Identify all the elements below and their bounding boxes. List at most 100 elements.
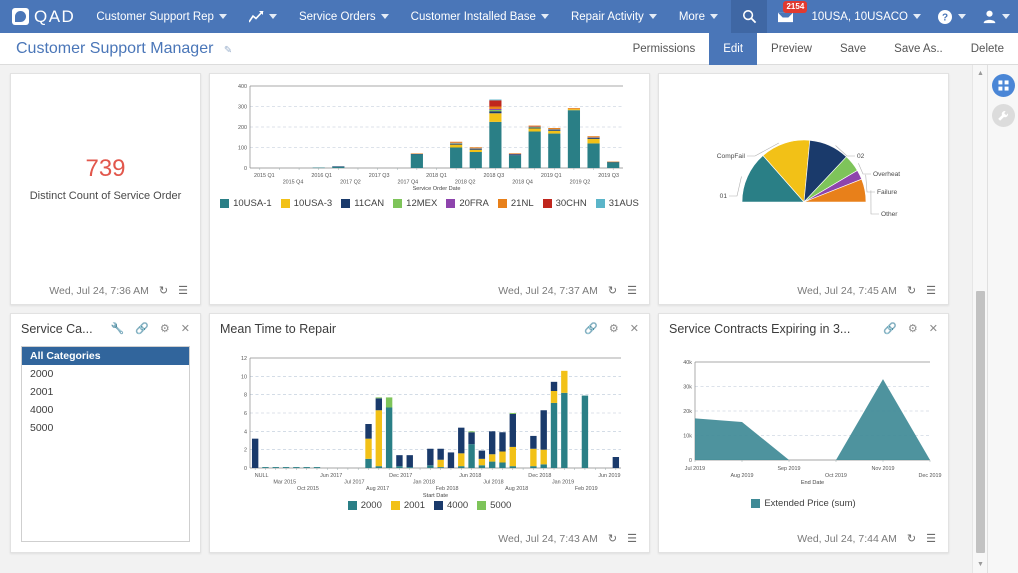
svg-text:Jul 2017: Jul 2017 (344, 480, 364, 486)
service-category-option[interactable]: 2000 (22, 365, 189, 383)
permissions-button[interactable]: Permissions (619, 33, 710, 65)
save-as-button[interactable]: Save As.. (880, 33, 957, 65)
close-icon[interactable]: ✕ (929, 323, 938, 335)
user-menu[interactable] (974, 9, 1018, 24)
pencil-icon[interactable]: ✎ (224, 45, 232, 56)
delete-button[interactable]: Delete (957, 33, 1018, 65)
card-failure-reason-pie[interactable]: 01 CompFail 02 Overheat Failure Other Wed, Ju… (658, 73, 949, 305)
service-category-option[interactable]: 5000 (22, 419, 189, 437)
scroll-up-arrow[interactable]: ▲ (973, 66, 988, 81)
svg-text:2018 Q2: 2018 Q2 (455, 180, 476, 186)
svg-text:Nov 2019: Nov 2019 (871, 466, 894, 472)
company-selector[interactable]: 10USA, 10USACO (803, 11, 929, 23)
link-icon[interactable]: 🔗 (883, 323, 897, 335)
gear-icon[interactable]: ⚙ (160, 323, 170, 335)
legend-item[interactable]: 4000 (434, 500, 468, 511)
legend-swatch (751, 499, 761, 508)
preview-button[interactable]: Preview (757, 33, 826, 65)
card-mean-time-to-repair[interactable]: Mean Time to Repair 🔗 ⚙ ✕ 0 2 4 6 8 10 12 NULL M… (209, 313, 650, 553)
svg-text:Mar 2015: Mar 2015 (273, 480, 296, 486)
legend-swatch (390, 501, 400, 510)
nav-item-analytics[interactable] (238, 0, 288, 33)
svg-text:End Date: End Date (801, 480, 824, 486)
legend-swatch (280, 199, 290, 208)
legend-item[interactable]: 2001 (390, 500, 425, 511)
save-button[interactable]: Save (826, 33, 880, 65)
contracts-header-icons: 🔗 ⚙ ✕ (883, 323, 938, 335)
pie-chart-timestamp: Wed, Jul 24, 7:45 AM (797, 284, 897, 297)
list-menu-icon[interactable]: ☰ (178, 284, 188, 297)
nav-label: Customer Installed Base (410, 10, 536, 23)
help-button[interactable]: ? (929, 9, 974, 25)
legend-item[interactable]: 10USA-1 (220, 198, 272, 209)
link-icon[interactable]: 🔗 (584, 323, 598, 335)
legend-item[interactable]: 11CAN (341, 198, 384, 209)
selector-body: All Categories 2000 2001 4000 5000 (11, 344, 200, 552)
inbox-button[interactable]: 2154 (767, 0, 808, 33)
svg-text:Other: Other (881, 211, 898, 218)
svg-text:Feb 2018: Feb 2018 (436, 486, 459, 492)
edit-button[interactable]: Edit (709, 32, 758, 65)
legend-item[interactable]: 30CHN (542, 198, 587, 209)
list-menu-icon[interactable]: ☰ (627, 284, 637, 297)
scroll-down-arrow[interactable]: ▼ (973, 557, 988, 572)
close-icon[interactable]: ✕ (630, 323, 639, 335)
svg-text:2016 Q1: 2016 Q1 (311, 173, 332, 179)
close-icon[interactable]: ✕ (181, 323, 190, 335)
chevron-down-icon (268, 14, 277, 19)
user-icon (983, 10, 996, 24)
legend-item[interactable]: 12MEX (393, 198, 437, 209)
legend-item[interactable]: 10USA-3 (280, 198, 332, 209)
service-category-option[interactable]: 4000 (22, 401, 189, 419)
scrollbar-thumb[interactable] (976, 291, 985, 553)
svg-text:Dec 2019: Dec 2019 (918, 473, 941, 479)
wrench-icon[interactable]: 🔧 (111, 323, 125, 335)
legend-item[interactable]: 21NL (497, 198, 534, 209)
legend-item[interactable]: Extended Price (sum) (751, 498, 856, 509)
refresh-icon[interactable]: ↻ (159, 284, 168, 297)
card-service-category-selector[interactable]: Service Ca... 🔧 🔗 ⚙ ✕ All Categories 2000… (10, 313, 201, 553)
link-icon[interactable]: 🔗 (135, 323, 149, 335)
legend-label: 4000 (447, 500, 469, 511)
gear-icon[interactable]: ⚙ (908, 323, 918, 335)
nav-label: More (678, 10, 706, 23)
nav-item-customer-installed-base[interactable]: Customer Installed Base (400, 0, 560, 33)
legend-label: 10USA-1 (233, 198, 272, 209)
company-label: 10USA, 10USACO (811, 10, 908, 23)
legend-item[interactable]: 20FRA (446, 198, 489, 209)
bar-chart-body: 0 100 200 300 400 2015 Q1 2015 Q4 2016 Q1 2017 Q… (210, 74, 649, 284)
search-button[interactable] (731, 0, 768, 33)
contracts-body: 0 10k 20k 30k 40k Jul 2019 Aug 2019 Sep 2019 Oct… (659, 344, 948, 546)
legend-label: Extended Price (sum) (764, 498, 856, 509)
legend-item[interactable]: 2000 (347, 500, 382, 511)
card-service-order-bar-chart[interactable]: 0 100 200 300 400 2015 Q1 2015 Q4 2016 Q1 2017 Q… (209, 73, 650, 305)
card-service-contracts-expiring[interactable]: Service Contracts Expiring in 3... 🔗 ⚙ ✕… (658, 313, 949, 553)
vertical-scrollbar[interactable]: ▲ ▼ (972, 65, 987, 573)
nav-item-more[interactable]: More (668, 0, 729, 33)
legend-swatch (341, 199, 351, 208)
service-category-list[interactable]: All Categories 2000 2001 4000 5000 (21, 346, 190, 542)
nav-item-customer-support-rep[interactable]: Customer Support Rep (85, 0, 238, 33)
nav-item-service-orders[interactable]: Service Orders (288, 0, 400, 33)
service-category-option[interactable]: All Categories (22, 347, 189, 365)
qad-logo[interactable]: QAD (0, 7, 85, 27)
svg-text:10: 10 (241, 374, 247, 380)
legend-swatch (497, 199, 507, 208)
gear-icon[interactable]: ⚙ (609, 323, 619, 335)
refresh-icon[interactable]: ↻ (907, 284, 916, 297)
svg-text:2: 2 (244, 448, 247, 454)
svg-text:NULL: NULL (255, 473, 269, 479)
refresh-icon[interactable]: ↻ (608, 284, 617, 297)
list-menu-icon[interactable]: ☰ (926, 284, 936, 297)
svg-text:0: 0 (689, 458, 692, 464)
top-navigation-bar: QAD Customer Support Rep Service Orders … (0, 0, 1018, 33)
widgets-button[interactable] (991, 74, 1015, 97)
service-category-option[interactable]: 2001 (22, 383, 189, 401)
legend-item[interactable]: 5000 (477, 500, 511, 511)
nav-item-repair-activity[interactable]: Repair Activity (560, 0, 668, 33)
legend-item[interactable]: 31AUS (595, 198, 639, 209)
legend-swatch (477, 501, 487, 510)
card-distinct-service-orders[interactable]: 739 Distinct Count of Service Order Wed,… (10, 73, 201, 305)
svg-text:6: 6 (244, 411, 247, 417)
settings-button[interactable] (991, 104, 1015, 127)
